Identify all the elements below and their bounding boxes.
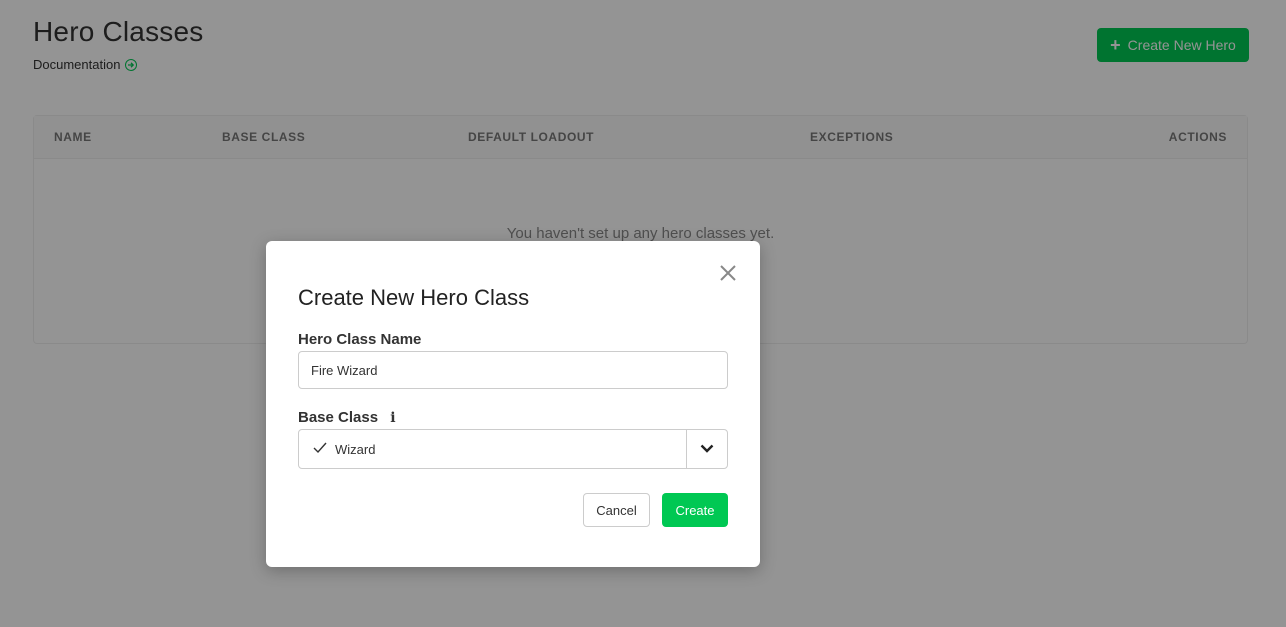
info-icon[interactable]: i — [390, 410, 395, 426]
create-hero-class-modal: Create New Hero Class Hero Class Name Ba… — [266, 241, 760, 567]
check-icon — [313, 442, 327, 457]
base-class-label: Base Class — [298, 409, 379, 426]
base-class-value: Wizard — [335, 441, 376, 457]
modal-title: Create New Hero Class — [298, 285, 530, 310]
base-class-selected: Wizard — [299, 442, 686, 457]
cancel-button[interactable]: Cancel — [583, 493, 650, 527]
hero-class-name-input[interactable] — [298, 351, 728, 389]
close-icon[interactable] — [718, 263, 738, 283]
base-class-label-row: Base Class i — [298, 409, 396, 426]
create-button[interactable]: Create — [662, 493, 728, 527]
chevron-down-icon — [700, 440, 714, 458]
dropdown-toggle[interactable] — [686, 430, 727, 468]
base-class-select[interactable]: Wizard — [298, 429, 728, 469]
hero-class-name-label: Hero Class Name — [298, 331, 422, 348]
